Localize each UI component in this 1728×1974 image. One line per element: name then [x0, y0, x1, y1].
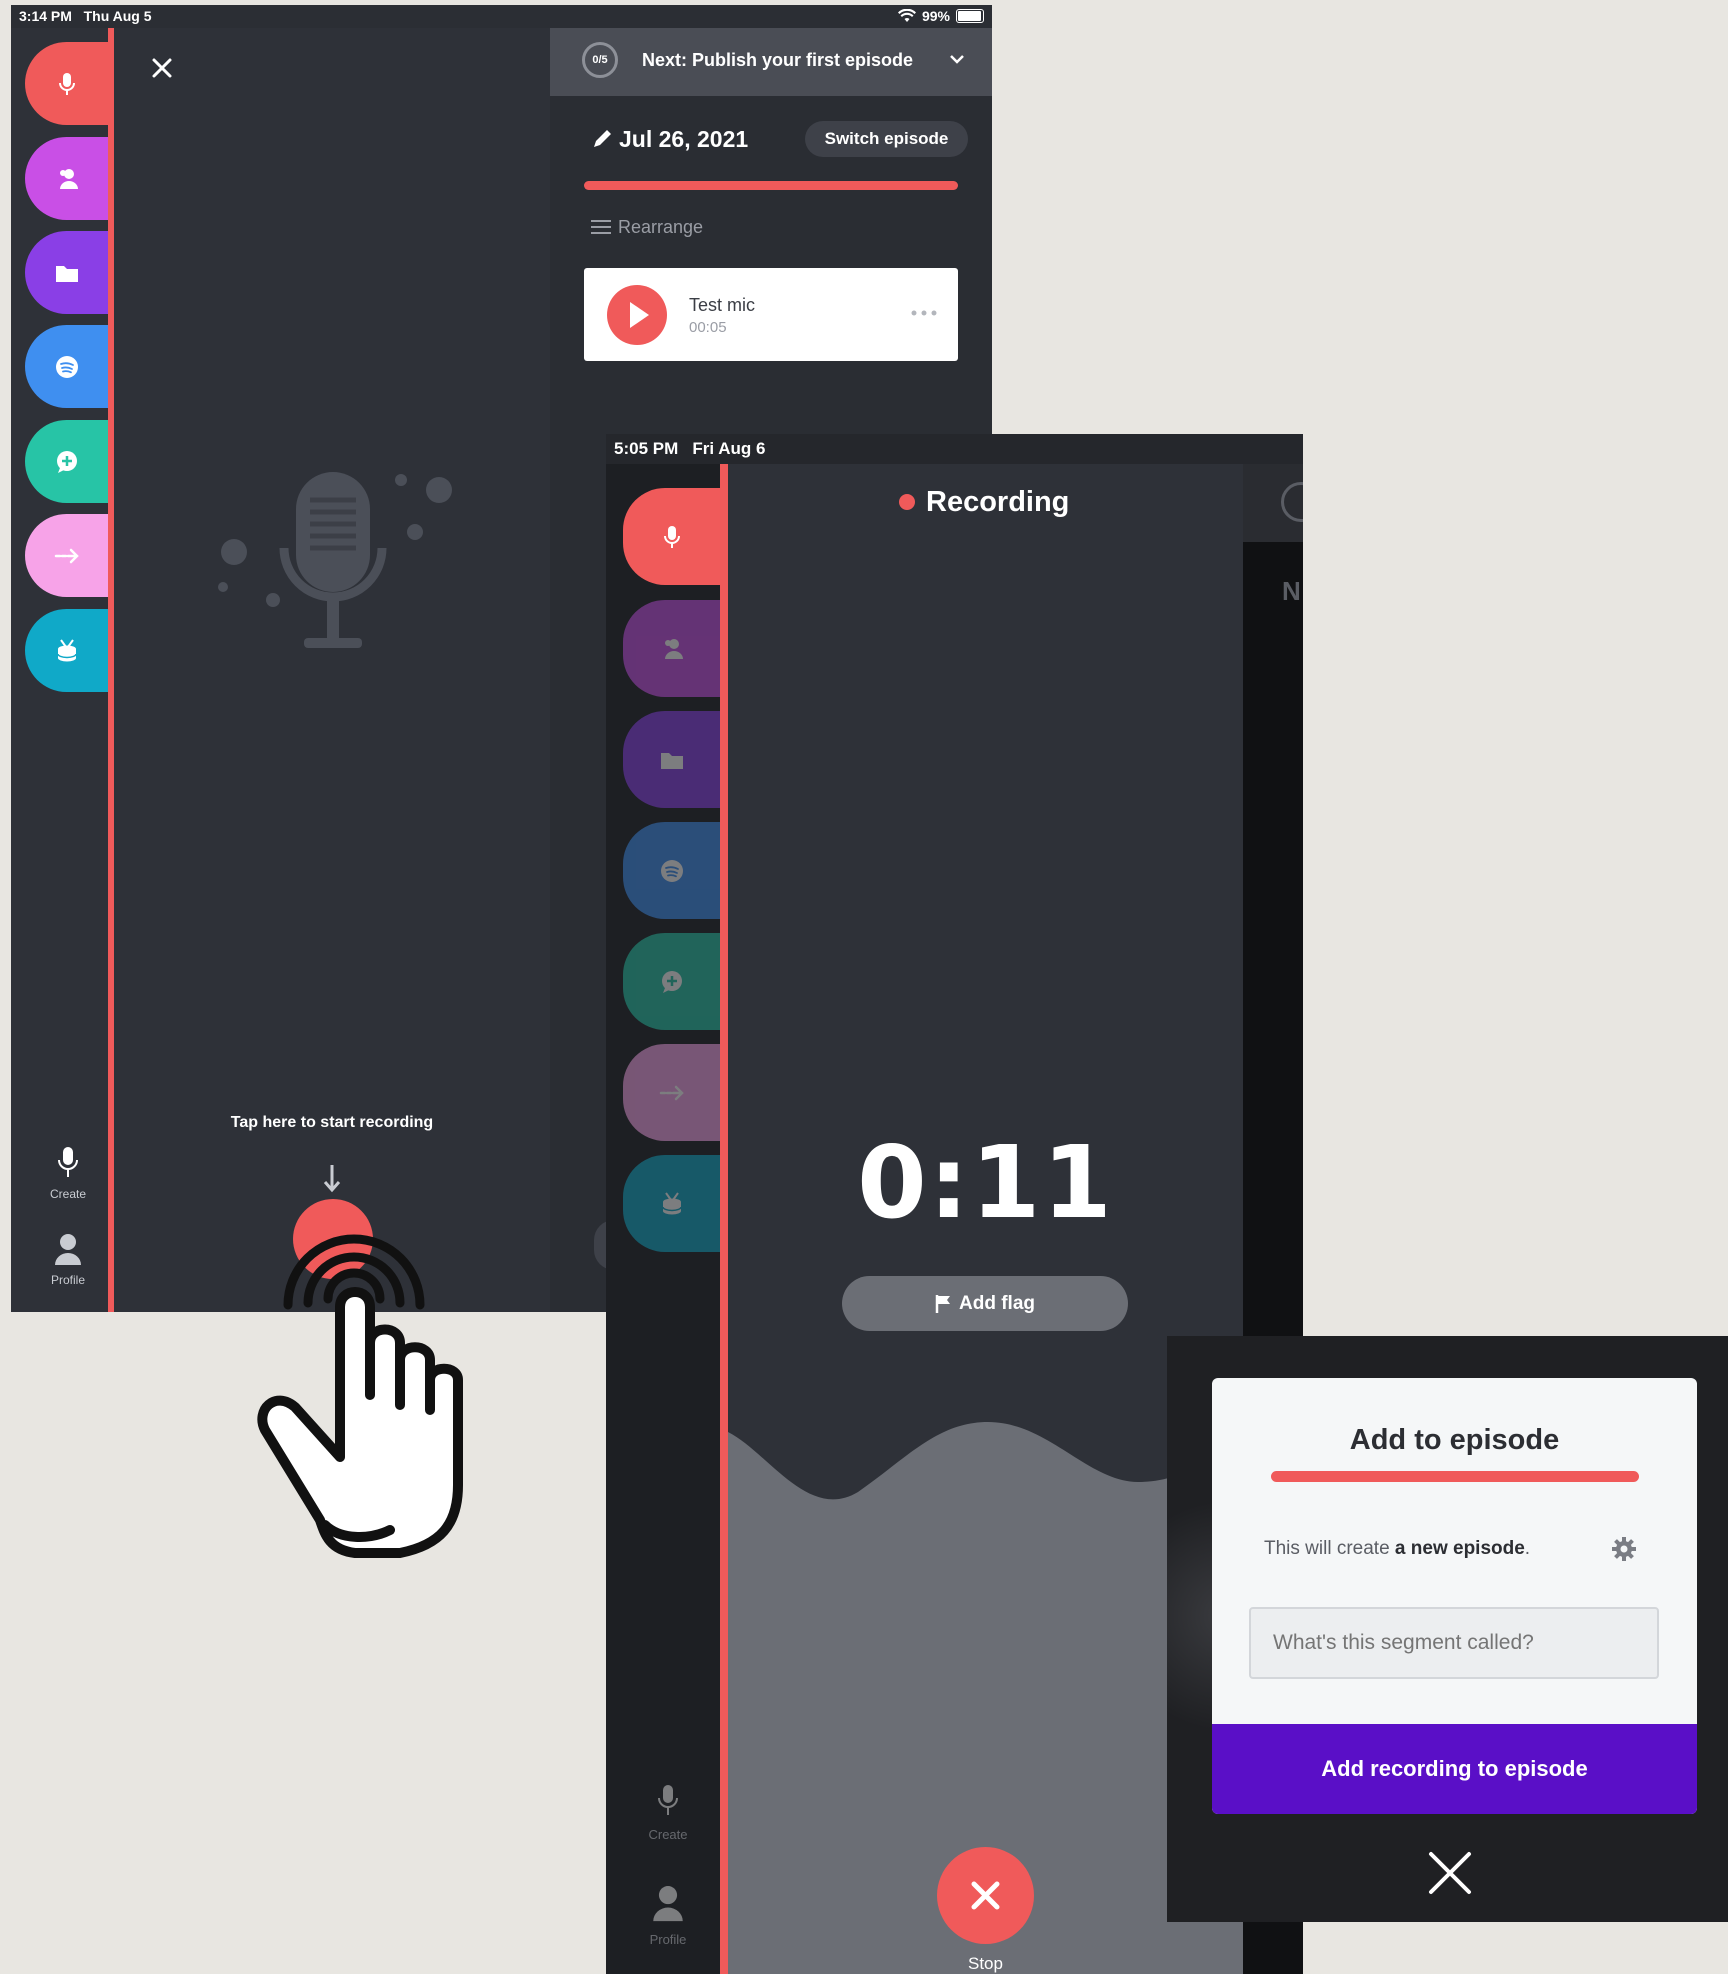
tab-record[interactable]: [623, 488, 720, 585]
dialog-underline: [1271, 1471, 1639, 1482]
menu-lines-icon[interactable]: [589, 218, 613, 236]
nav-create-label: Create: [49, 1187, 87, 1201]
segment-title: Test mic: [689, 295, 756, 315]
tab-music[interactable]: [25, 609, 108, 692]
tab-music[interactable]: [623, 1155, 720, 1252]
dialog-info-suffix: .: [1524, 1538, 1531, 1559]
more-icon[interactable]: [909, 308, 939, 318]
folder-icon: [660, 752, 683, 769]
status-bar: 3:14 PM Thu Aug 5 99%: [11, 5, 992, 28]
next-step-label: Next: Publish your first episode: [642, 50, 914, 70]
rearrange-button[interactable]: Rearrange: [618, 217, 703, 238]
active-divider: [720, 464, 728, 1974]
profile-icon: [55, 1234, 81, 1265]
gear-icon[interactable]: [1610, 1535, 1638, 1563]
flag-icon: [935, 1294, 950, 1313]
contacts-icon: [664, 638, 683, 659]
dialog-info: This will create a new episode.: [1264, 1538, 1530, 1560]
spotify-icon: [55, 355, 78, 378]
chat-plus-icon: [661, 970, 682, 993]
microphone-icon: [658, 1785, 678, 1815]
battery-icon: [956, 9, 984, 23]
segment-card[interactable]: Test mic 00:05: [584, 268, 958, 361]
play-button[interactable]: [607, 285, 667, 345]
tab-spotify[interactable]: [25, 325, 108, 408]
segment-name-input[interactable]: [1249, 1607, 1659, 1679]
nav-profile-label: Profile: [50, 1273, 85, 1287]
status-bar: 5:05 PM Fri Aug 6: [606, 434, 1303, 464]
microphone-icon: [663, 525, 680, 548]
drum-icon: [661, 1191, 682, 1214]
close-icon[interactable]: [1427, 1850, 1473, 1896]
nav-profile-label: Profile: [649, 1932, 687, 1947]
tab-share[interactable]: [25, 514, 108, 597]
recording-timer: 0:11: [857, 1124, 1114, 1241]
add-flag-label: Add flag: [959, 1292, 1035, 1314]
microphone-icon: [58, 1147, 78, 1177]
episode-date[interactable]: Jul 26, 2021: [619, 126, 748, 153]
next-step-bar[interactable]: 0/5 Next: Publish your first episode: [550, 28, 992, 96]
share-arrow-icon: [54, 548, 79, 563]
dialog-title: Add to episode: [1349, 1424, 1560, 1456]
add-to-episode-modal: Add to episode This will create a new ep…: [1167, 1336, 1728, 1922]
tab-share[interactable]: [623, 1044, 720, 1141]
spotify-icon: [660, 859, 683, 882]
profile-icon: [653, 1886, 683, 1922]
tab-interact[interactable]: [25, 420, 108, 503]
wifi-icon: [897, 9, 916, 22]
drum-icon: [56, 638, 77, 661]
tab-library[interactable]: [623, 711, 720, 808]
nav-profile[interactable]: Profile: [638, 1882, 698, 1952]
play-icon: [630, 302, 649, 328]
stop-button[interactable]: [937, 1847, 1034, 1944]
nav-create[interactable]: Create: [638, 1781, 698, 1851]
stop-label: Stop: [968, 1954, 1003, 1973]
arrow-down-icon: [323, 1165, 341, 1193]
contacts-icon: [59, 168, 78, 189]
recording-label: Recording: [926, 486, 1070, 518]
progress-badge: 0/5: [582, 42, 618, 78]
background-next-label: N: [1282, 576, 1301, 606]
microphone-illustration: [218, 472, 452, 648]
add-flag-button[interactable]: Add flag: [842, 1276, 1128, 1331]
status-time: 5:05 PM: [614, 439, 679, 458]
tab-contacts[interactable]: [623, 600, 720, 697]
pencil-icon[interactable]: [591, 128, 613, 150]
tab-library[interactable]: [25, 231, 108, 314]
tab-spotify[interactable]: [623, 822, 720, 919]
segment-duration: 00:05: [689, 319, 727, 336]
close-icon[interactable]: [151, 57, 173, 79]
status-date: Thu Aug 5: [83, 8, 152, 24]
microphone-icon: [58, 72, 75, 95]
dialog-info-bold: a new episode: [1394, 1538, 1525, 1559]
dialog-info-prefix: This will create: [1264, 1538, 1395, 1559]
status-date: Fri Aug 6: [692, 439, 766, 458]
nav-profile[interactable]: Profile: [44, 1231, 92, 1291]
add-recording-button[interactable]: Add recording to episode: [1212, 1724, 1697, 1814]
episode-underline: [584, 181, 958, 190]
folder-icon: [55, 265, 78, 282]
nav-create-label: Create: [648, 1827, 688, 1842]
tab-record[interactable]: [25, 42, 108, 125]
nav-create[interactable]: Create: [44, 1145, 92, 1205]
switch-episode-button[interactable]: Switch episode: [805, 121, 968, 157]
tab-interact[interactable]: [623, 933, 720, 1030]
start-recording-hint: Tap here to start recording: [230, 1114, 434, 1131]
tap-hand-icon: [257, 1234, 463, 1558]
close-icon: [971, 1881, 1000, 1910]
battery-percent: 99%: [921, 8, 950, 24]
dialog-card: Add to episode This will create a new ep…: [1212, 1378, 1697, 1814]
chevron-down-icon[interactable]: [948, 52, 966, 66]
share-arrow-icon: [659, 1085, 684, 1100]
status-time: 3:14 PM: [19, 8, 72, 24]
recording-dot: [899, 494, 915, 510]
tab-contacts[interactable]: [25, 137, 108, 220]
chat-plus-icon: [56, 450, 77, 473]
